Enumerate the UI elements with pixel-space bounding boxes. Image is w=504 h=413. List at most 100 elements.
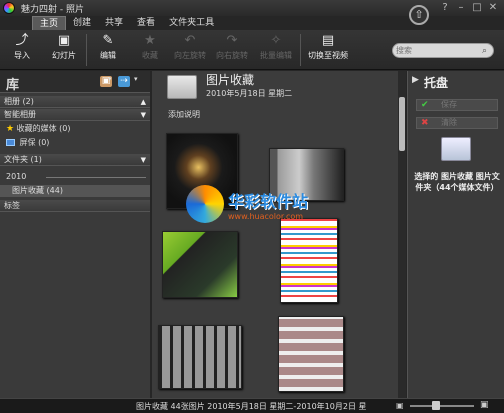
folder-picture-collection[interactable]: 图片收藏 (44) <box>0 185 150 197</box>
watermark: 华彩软件站 www.huacolor.com <box>186 185 356 235</box>
clear-x-icon: ✖ <box>421 118 429 128</box>
item-screensaver[interactable]: 屏保 (0) <box>0 137 150 149</box>
scrollbar-thumb[interactable] <box>399 97 405 151</box>
import-label: 导入 <box>14 51 30 60</box>
view-large-icon[interactable]: ▣ <box>480 400 489 410</box>
status-text: 图片收藏 44张图片 2010年5月18日 星期二-2010年10月2日 星 <box>136 402 367 411</box>
item-favorites[interactable]: ★ 收藏的媒体 (0) <box>0 123 150 135</box>
view-small-icon[interactable]: ▣ <box>396 401 404 410</box>
tray-save-label: 保存 <box>441 100 457 109</box>
section-albums[interactable]: 相册 (2) ▲ <box>0 96 150 108</box>
zoom-slider-knob[interactable] <box>432 401 440 410</box>
tab-home[interactable]: 主页 <box>32 16 67 30</box>
switch-video-label: 切换至视频 <box>308 51 348 60</box>
thumbnail-photo-grid-dark[interactable] <box>158 325 242 389</box>
rotate-left-label: 向左旋转 <box>174 51 206 60</box>
batch-edit-label: 批量编辑 <box>260 51 292 60</box>
folder-picture-collection-label: 图片收藏 (44) <box>12 186 63 195</box>
window-title: 魅力四射 - 照片 <box>21 4 84 15</box>
app-logo-icon <box>3 2 15 14</box>
folder-name: 图片收藏 <box>206 73 255 87</box>
slideshow-label: 幻灯片 <box>52 51 76 60</box>
status-bar: 图片收藏 44张图片 2010年5月18日 星期二-2010年10月2日 星 ▣… <box>0 398 504 413</box>
toolbar-divider <box>86 34 87 66</box>
zoom-slider[interactable] <box>410 405 474 407</box>
search-input[interactable] <box>396 44 482 57</box>
library-header: 库 ▣ ⇢ ▾ ▾ <box>0 71 150 93</box>
favorite-label: 收藏 <box>142 51 158 60</box>
slideshow-icon: ▣ <box>57 33 71 48</box>
tray-save-button[interactable]: ✔ 保存 <box>416 99 498 111</box>
rotate-right-label: 向右旋转 <box>216 51 248 60</box>
dropdown-arrow-icon[interactable]: ▾ <box>134 75 138 83</box>
add-description-link[interactable]: 添加说明 <box>168 109 200 120</box>
pencil-icon: ✎ <box>102 33 114 48</box>
minimize-button[interactable]: – <box>454 2 468 14</box>
import-button[interactable]: ⤴ 导入 <box>2 32 42 68</box>
library-title: 库 <box>6 78 20 93</box>
tab-share[interactable]: 共享 <box>98 16 130 30</box>
folder-icon <box>167 75 197 99</box>
collapse-arrow-icon[interactable]: ▲ <box>141 96 146 108</box>
watermark-logo-icon <box>186 185 224 223</box>
rotate-left-icon: ↶ <box>184 33 196 48</box>
import-icon: ⤴ <box>15 33 29 48</box>
year-label: 2010 <box>6 172 27 181</box>
film-icon: ▤ <box>321 33 335 48</box>
close-button[interactable]: ✕ <box>486 2 500 14</box>
maximize-button[interactable]: □ <box>470 2 484 14</box>
collapse-tray-icon[interactable]: ▶ <box>412 75 419 85</box>
thumbnail-green-media-app[interactable] <box>162 231 238 298</box>
favorite-star-icon: ★ <box>6 124 15 134</box>
section-tags-label: 标签 <box>4 201 20 210</box>
batch-edit-button[interactable]: ✧ 批量编辑 <box>256 32 296 68</box>
item-favorites-label: 收藏的媒体 (0) <box>16 124 71 133</box>
year-divider <box>46 177 146 178</box>
tray-description: 选择的 图片收藏 图片文件夹（44个媒体文件） <box>414 172 500 192</box>
tray-pane: ▶ 托盘 ✔ 保存 ✖ 清除 选择的 图片收藏 图片文件夹（44个媒体文件） <box>407 71 504 398</box>
search-box[interactable]: ⌕ <box>392 43 494 58</box>
check-icon: ✔ <box>421 100 429 110</box>
slideshow-button[interactable]: ▣ 幻灯片 <box>44 32 84 68</box>
section-albums-label: 相册 (2) <box>4 97 34 106</box>
tab-folder-tools[interactable]: 文件夹工具 <box>162 16 221 30</box>
watermark-url: www.huacolor.com <box>228 212 304 221</box>
switch-video-button[interactable]: ▤ 切换至视频 <box>304 32 352 68</box>
rotate-right-button[interactable]: ↷ 向右旋转 <box>212 32 252 68</box>
edit-button[interactable]: ✎ 编辑 <box>88 32 128 68</box>
tray-folder-icon <box>441 137 471 161</box>
tray-title: 托盘 <box>424 76 449 90</box>
favorite-button[interactable]: ★ 收藏 <box>130 32 170 68</box>
section-tags[interactable]: 标签 <box>0 200 150 212</box>
tray-clear-button[interactable]: ✖ 清除 <box>416 117 498 129</box>
library-pane: 库 ▣ ⇢ ▾ ▾ 相册 (2) ▲ 智能相册 ▼ ★ 收藏的媒体 (0) 屏保… <box>0 71 150 398</box>
year-group[interactable]: 2010 <box>0 171 150 183</box>
photo-app-window: 魅力四射 - 照片 ⇧ ? – □ ✕ 主页 创建 共享 查看 文件夹工具 ⤴ … <box>0 0 504 413</box>
tray-clear-label: 清除 <box>441 118 457 127</box>
watermark-text: 华彩软件站 <box>228 192 309 211</box>
folder-date: 2010年5月18日 星期二 <box>206 89 293 98</box>
thumbnail-photo-grid-light[interactable] <box>278 316 344 392</box>
item-screensaver-label: 屏保 (0) <box>19 138 50 147</box>
tab-create[interactable]: 创建 <box>66 16 98 30</box>
search-icon[interactable]: ⌕ <box>482 46 487 56</box>
section-smart-albums-label: 智能相册 <box>4 110 36 119</box>
collapse-arrow-icon[interactable]: ▼ <box>141 154 146 166</box>
upload-icon[interactable]: ⇧ <box>409 5 429 25</box>
edit-label: 编辑 <box>100 51 116 60</box>
help-button[interactable]: ? <box>438 2 452 14</box>
section-folders-label: 文件夹 (1) <box>4 155 42 164</box>
rotate-right-icon: ↷ <box>226 33 238 48</box>
screensaver-icon <box>6 139 15 146</box>
menu-tabs: 主页 创建 共享 查看 文件夹工具 <box>32 16 221 30</box>
rotate-left-button[interactable]: ↶ 向左旋转 <box>170 32 210 68</box>
section-smart-albums[interactable]: 智能相册 ▼ <box>0 109 150 121</box>
import-media-icon[interactable]: ⇢ <box>118 76 130 87</box>
tab-view[interactable]: 查看 <box>130 16 162 30</box>
toolbar-divider <box>300 34 301 66</box>
dropdown-arrow-icon[interactable]: ▾ <box>108 75 112 83</box>
collapse-arrow-icon[interactable]: ▼ <box>141 109 146 121</box>
vertical-scrollbar[interactable] <box>398 71 406 398</box>
magic-wand-icon: ✧ <box>270 33 282 48</box>
section-folders[interactable]: 文件夹 (1) ▼ <box>0 154 150 166</box>
